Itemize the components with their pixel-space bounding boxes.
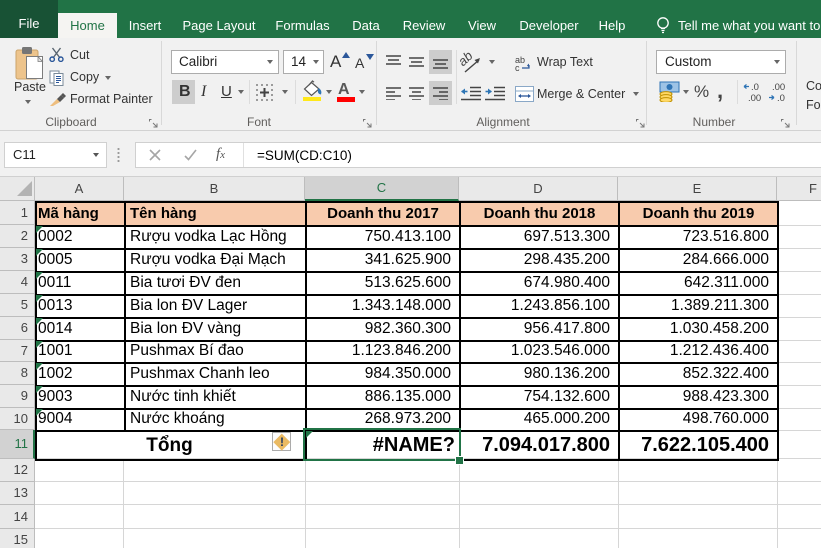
- svg-text:.00: .00: [772, 82, 785, 93]
- svg-text:.0: .0: [751, 82, 759, 93]
- svg-text:.00: .00: [748, 93, 761, 103]
- svg-text:c: c: [515, 63, 520, 72]
- svg-text:.0: .0: [777, 93, 785, 103]
